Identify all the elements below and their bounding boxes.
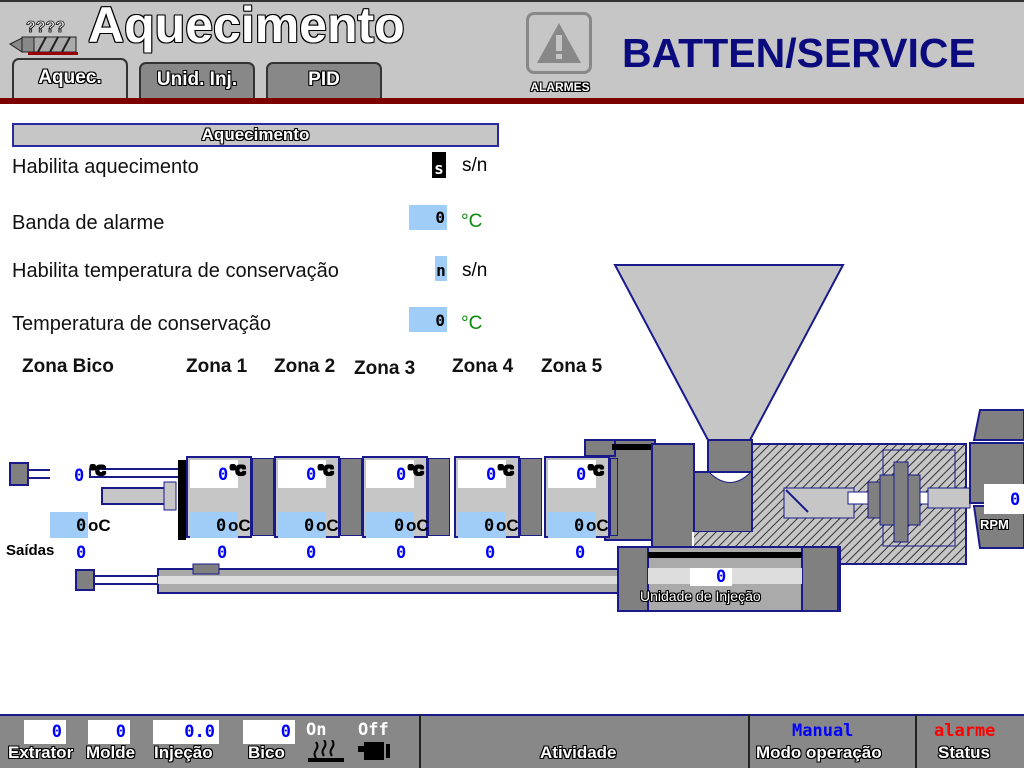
bico-field: 0 [243,720,295,744]
status-label: Status [938,743,990,762]
zone-separator [428,458,450,536]
heater-state: On [306,720,327,740]
zone-3-setpoint-box[interactable] [366,460,414,488]
nozzle [101,487,169,505]
divider [748,714,750,768]
molde-field: 0 [88,720,130,744]
injecao-field: 0.0 [153,720,219,744]
bico-setpoint-unit: °C [90,462,106,478]
rpm-label: RPM [980,517,1009,532]
zone-1-output-value: 0 [217,543,228,563]
zone-5-setpoint-value[interactable]: 0 [576,465,586,485]
zone-3-output-value: 0 [396,543,407,563]
zone-2-setpoint-value[interactable]: 0 [306,465,316,485]
zone-1-actual-unit: oC [228,516,251,535]
injection-unit-label: Unidade de Injeção [640,588,761,604]
motor-state: Off [358,720,389,740]
heater-icon [306,739,346,762]
zone-1-setpoint-value[interactable]: 0 [218,465,228,485]
zone-separator [340,458,362,536]
zone-4-setpoint-unit: °C [498,462,514,478]
outputs-label: Saídas [6,542,55,559]
zone-separator [610,458,618,536]
molde-label: Molde [86,743,136,762]
bico-actual-value: 0 [76,516,87,536]
zone-3-actual-unit: oC [406,516,429,535]
mode-label: Modo operação [756,743,882,762]
divider [915,714,917,768]
zone-4-actual-value: 0 [484,516,495,536]
extrator-field: 0 [24,720,66,744]
zone-separator [252,458,274,536]
bico-label: Bico [248,743,285,762]
zone-3-setpoint-unit: °C [408,462,424,478]
zone-4-actual-unit: oC [496,516,519,535]
zone-1-setpoint-unit: °C [230,462,246,478]
zone-5-actual-value: 0 [574,516,585,536]
extrator-label: Extrator [8,743,74,762]
hopper [613,264,845,441]
zone-3-setpoint-value[interactable]: 0 [396,465,406,485]
zone-4-setpoint-value[interactable]: 0 [486,465,496,485]
motor [972,409,1024,441]
zone-5-actual-unit: oC [586,516,609,535]
nozzle-sensor [9,462,29,486]
injecao-label: Injeção [154,743,213,762]
bico-setpoint-value[interactable]: 0 [74,466,84,486]
injection-unit-value: 0 [716,567,727,587]
zone-separator [520,458,542,536]
zone-5-setpoint-unit: °C [588,462,604,478]
zone-3-actual-value: 0 [394,516,405,536]
zone-4-output-value: 0 [485,543,496,563]
zone-2-output-value: 0 [306,543,317,563]
zone-5-output-value: 0 [575,543,586,563]
mode-value: Manual [792,721,854,741]
zone-1-actual-value: 0 [216,516,227,536]
injection-machine-diagram [9,264,1024,612]
divider [419,714,421,768]
rpm-value: 0 [1010,490,1021,510]
bico-actual-unit: oC [88,516,111,535]
status-value: alarme [934,721,996,741]
zone-2-setpoint-unit: °C [318,462,334,478]
motor-icon [358,740,394,762]
zone-2-actual-unit: oC [316,516,339,535]
activity-label: Atividade [540,743,617,762]
zone-2-actual-value: 0 [304,516,315,536]
bico-output-value: 0 [76,543,87,563]
